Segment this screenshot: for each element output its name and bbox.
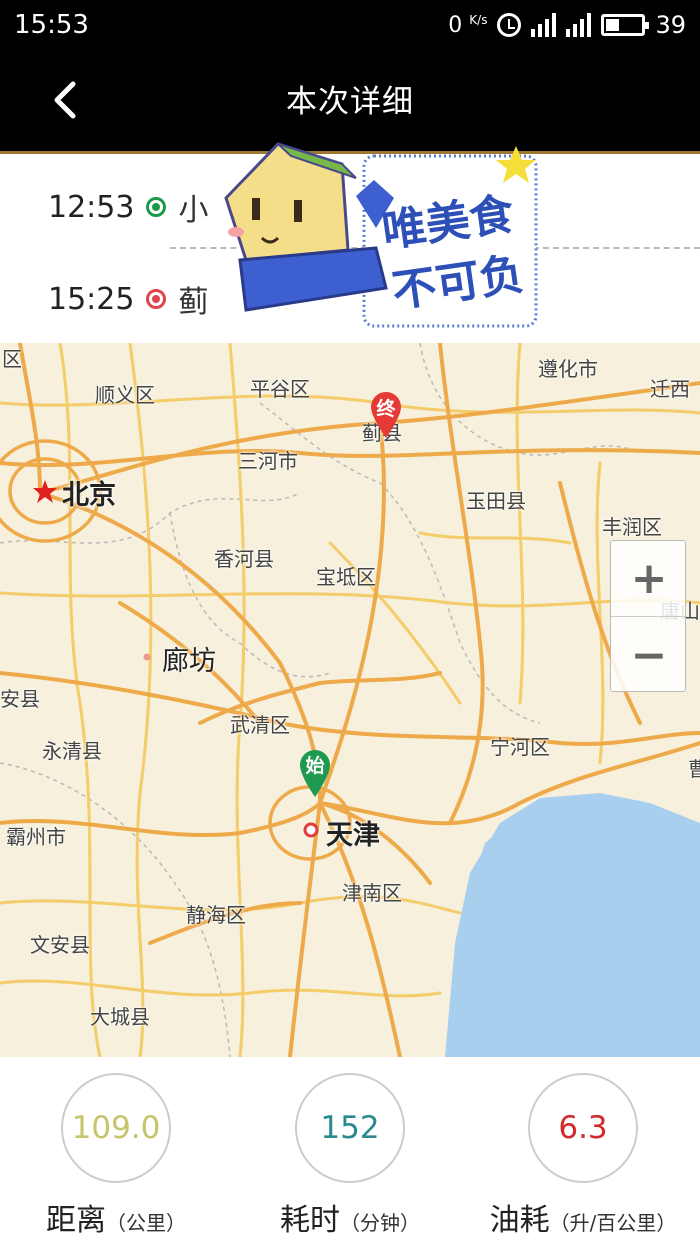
end-marker-pin[interactable]: 终 — [369, 391, 403, 439]
distance-unit: （公里） — [106, 1211, 186, 1235]
map-label-jinnan: 津南区 — [342, 881, 402, 905]
network-speed-unit: K/s — [469, 12, 488, 27]
fuel-unit: （升/百公里） — [549, 1211, 677, 1235]
end-time: 15:25 — [48, 281, 135, 317]
fuel-label-row: 油耗（升/百公里） — [478, 1195, 688, 1239]
route-map[interactable]: 区 顺义区 平谷区 遵化市 迁西 蓟县 三河市 北京 玉田县 丰润区 香河县 宝… — [0, 343, 700, 1057]
duration-unit: （分钟） — [340, 1211, 420, 1235]
zoom-in-button[interactable]: + — [611, 541, 687, 617]
end-pin-label: 终 — [376, 398, 396, 420]
fuel-label: 油耗 — [489, 1203, 550, 1238]
zoom-out-button[interactable]: − — [611, 617, 687, 693]
battery-percent: 39 — [655, 11, 686, 39]
map-label-yutian: 玉田县 — [466, 489, 526, 513]
map-label-yongqing: 永清县 — [42, 739, 102, 763]
trip-stats: 109.0 距离（公里） 152 耗时（分钟） 6.3 油耗（升/百公里） — [0, 1057, 700, 1244]
map-label-beijing: 北京 — [62, 480, 116, 511]
start-pin-label: 始 — [305, 755, 325, 777]
food-sticker-image: 唯美食 不可负 — [224, 142, 538, 328]
map-label-shunyi: 顺义区 — [95, 383, 155, 407]
trip-end-row: 15:25 蓟 — [48, 277, 208, 321]
zoom-controls: + − — [610, 540, 687, 693]
distance-value: 109.0 — [61, 1073, 171, 1183]
start-dot-icon — [146, 197, 167, 217]
map-base — [0, 343, 700, 1057]
end-place: 蓟 — [178, 285, 209, 320]
stat-fuel: 6.3 油耗（升/百公里） — [478, 1073, 688, 1239]
trip-start-row: 12:53 小 — [48, 185, 208, 229]
status-bar: 15:53 0 K/s 39 — [0, 0, 700, 50]
distance-label: 距离 — [46, 1203, 106, 1238]
network-speed-value: 0 — [448, 12, 463, 38]
duration-label: 耗时 — [280, 1203, 340, 1238]
map-label-fengrun: 丰润区 — [602, 515, 662, 539]
map-label-ninghe: 宁河区 — [490, 735, 550, 759]
start-time: 12:53 — [48, 189, 135, 225]
map-label-cao: 曹 — [688, 757, 700, 781]
battery-icon — [601, 14, 650, 36]
map-label-sanhe: 三河市 — [238, 449, 298, 473]
map-label-zunhua: 遵化市 — [538, 357, 598, 381]
signal-icon — [531, 13, 557, 37]
map-label-wenan: 文安县 — [30, 933, 90, 957]
status-indicators: 0 K/s 39 — [448, 11, 686, 39]
map-label-xianghe: 香河县 — [214, 547, 274, 571]
duration-label-row: 耗时（分钟） — [260, 1195, 440, 1239]
map-label-pinggu: 平谷区 — [250, 377, 310, 401]
start-place: 小 — [178, 193, 209, 228]
end-dot-icon — [146, 289, 167, 309]
page-title: 本次详细 — [286, 84, 414, 120]
map-label-tianjin: 天津 — [326, 820, 380, 851]
stat-distance: 109.0 距离（公里） — [26, 1073, 206, 1239]
map-label-anxian: 安县 — [0, 687, 40, 711]
map-label-langfang: 廊坊 — [162, 646, 216, 677]
map-label-wuqing: 武清区 — [230, 713, 290, 737]
signal-icon-2 — [566, 13, 592, 37]
duration-value: 152 — [295, 1073, 405, 1183]
fuel-value: 6.3 — [528, 1073, 638, 1183]
map-label-jinghai: 静海区 — [186, 903, 246, 927]
alarm-icon — [497, 13, 522, 37]
distance-label-row: 距离（公里） — [26, 1195, 206, 1239]
status-time: 15:53 — [14, 10, 89, 40]
map-label-qu: 区 — [2, 347, 22, 371]
start-marker-pin[interactable]: 始 — [298, 748, 332, 797]
map-label-baodi: 宝坻区 — [316, 565, 376, 589]
map-label-bazhou: 霸州市 — [6, 825, 66, 849]
map-label-dacheng: 大城县 — [90, 1005, 150, 1029]
network-speed: 0 K/s — [448, 13, 487, 38]
map-label-qianxi: 迁西 — [650, 377, 690, 401]
stat-duration: 152 耗时（分钟） — [260, 1073, 440, 1239]
